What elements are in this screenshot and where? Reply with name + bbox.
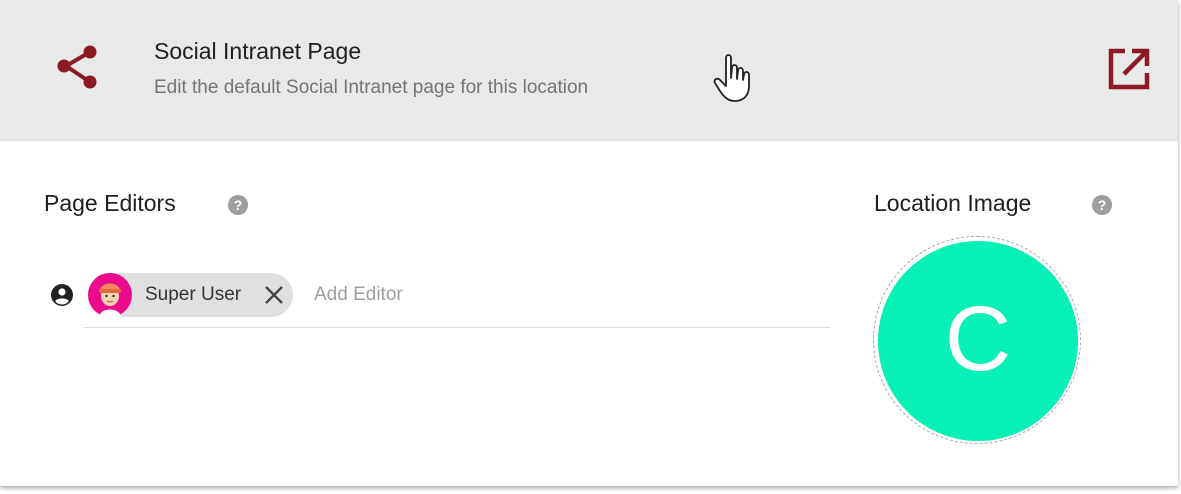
page-editors-title: Page Editors [44,190,176,216]
hand-cursor-icon [713,54,750,102]
editor-chip[interactable]: Super User [88,273,293,317]
add-editor-input[interactable] [314,280,814,310]
svg-text:?: ? [234,197,243,213]
svg-text:?: ? [1098,197,1107,213]
open-in-new-icon[interactable] [1106,46,1152,92]
editors-field[interactable]: Super User [84,268,830,328]
location-image-initial: C [944,288,1012,390]
page-title: Social Intranet Page [154,38,362,64]
social-intranet-card: Social Intranet Page Edit the default So… [0,0,1178,486]
share-icon [57,45,97,89]
location-image[interactable]: C [878,241,1078,441]
help-icon[interactable]: ? [1092,195,1112,215]
page-subtitle: Edit the default Social Intranet page fo… [154,77,589,98]
account-circle-icon [51,284,73,306]
card-header[interactable]: Social Intranet Page Edit the default So… [0,0,1178,141]
close-icon[interactable] [261,282,287,308]
location-image-title: Location Image [874,190,1032,216]
help-icon[interactable]: ? [228,195,248,215]
avatar [88,273,132,317]
editor-chip-label: Super User [145,284,242,305]
